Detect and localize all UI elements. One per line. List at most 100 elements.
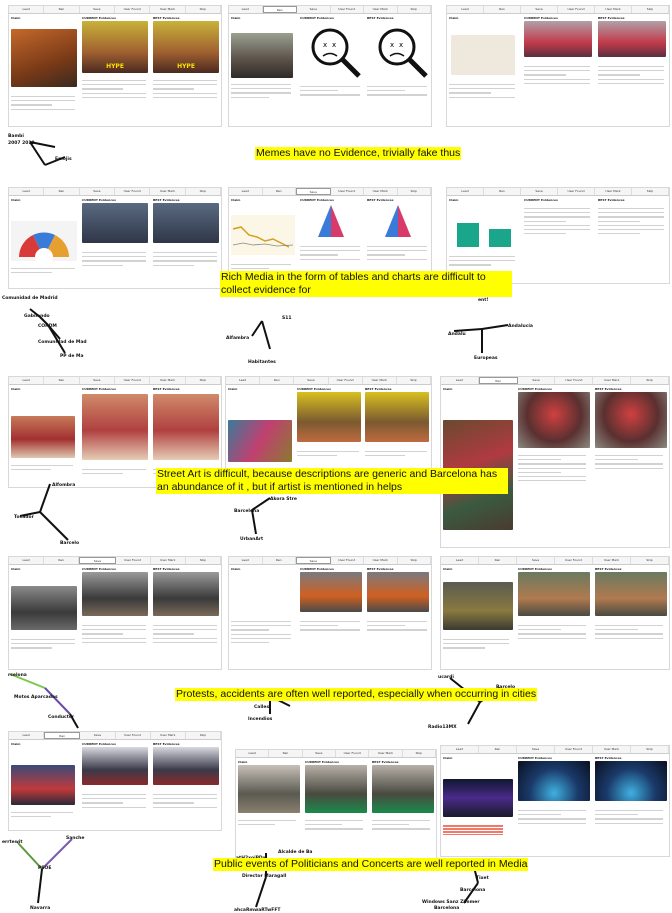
tab-ren[interactable]: Ren [260,377,295,384]
tab-save[interactable]: Save [521,188,558,195]
tab-skip[interactable]: Skip [397,377,431,384]
tab-user-mark[interactable]: User Mark [150,377,186,384]
tab-save[interactable]: Save [80,377,115,384]
tab-lead[interactable]: Lead [236,750,270,757]
tab-lead[interactable]: Lead [9,188,45,195]
tab-user-found[interactable]: User Found [115,377,151,384]
tab-user-mark[interactable]: User Mark [595,188,632,195]
tab-user-mark[interactable]: User Mark [369,750,403,757]
tab-lead[interactable]: Lead [229,188,263,195]
tab-ren[interactable]: Ren [262,6,297,13]
tab-save[interactable]: Save [80,732,116,739]
tab-skip[interactable]: Skip [631,746,669,753]
tab-user-found[interactable]: User Found [555,746,593,753]
tab-skip[interactable]: Skip [398,557,431,564]
tab-ren[interactable]: Ren [484,188,521,195]
tab-user-found[interactable]: User Found [331,188,364,195]
current-heading: CURRENT Evidences [300,16,334,20]
tab-user-found[interactable]: User Found [331,557,364,564]
tab-skip[interactable]: Skip [403,750,436,757]
tab-ren[interactable]: Ren [484,6,521,13]
tab-save[interactable]: Save [296,188,331,195]
tab-skip[interactable]: Skip [186,6,221,13]
tab-user-found[interactable]: User Found [555,557,593,564]
tab-user-found[interactable]: User Found [336,750,370,757]
tab-user-mark[interactable]: User Mark [151,732,186,739]
tab-save[interactable]: Save [521,6,558,13]
tab-skip[interactable]: Skip [398,188,431,195]
tab-ren[interactable]: Ren [263,557,296,564]
tab-skip[interactable]: Skip [632,6,669,13]
tab-user-found[interactable]: User Found [329,377,363,384]
tab-ren[interactable]: Ren [44,732,81,739]
entity-graph-2a: Comunidad de Madrid Gabilondo CORDM Comu… [2,295,87,359]
tab-user-mark[interactable]: User Mark [595,6,632,13]
tab-ren[interactable]: Ren [478,377,518,384]
tab-lead[interactable]: Lead [229,6,263,13]
tab-lead[interactable]: Lead [9,377,45,384]
tab-lead[interactable]: Lead [229,557,263,564]
tab-user-mark[interactable]: User Mark [151,557,186,564]
tab-ren[interactable]: Ren [44,377,80,384]
tab-skip[interactable]: Skip [398,6,431,13]
tab-user-found[interactable]: User Found [116,557,151,564]
graph-label: PP de Ma [60,353,84,359]
tab-lead[interactable]: Lead [441,557,479,564]
tab-save[interactable]: Save [518,377,556,384]
tab-skip[interactable]: Skip [186,188,221,195]
tab-save[interactable]: Save [80,188,115,195]
tab-user-found[interactable]: User Found [555,377,594,384]
tab-lead[interactable]: Lead [441,377,479,384]
tab-save[interactable]: Save [517,557,555,564]
tab-skip[interactable]: Skip [186,732,221,739]
tab-lead[interactable]: Lead [447,188,484,195]
tab-lead[interactable]: Lead [441,746,479,753]
tab-save[interactable]: Save [297,6,331,13]
tab-save[interactable]: Save [296,557,331,564]
tab-lead[interactable]: Lead [226,377,261,384]
tab-save[interactable]: Save [294,377,329,384]
tab-user-found[interactable]: User Found [115,188,151,195]
street-scene-photo [443,582,513,630]
tab-ren[interactable]: Ren [263,188,296,195]
tab-save[interactable]: Save [79,557,116,564]
fire-photo-current [300,572,362,612]
tab-ren[interactable]: Ren [269,750,303,757]
tab-user-mark[interactable]: User Mark [364,188,398,195]
tab-user-mark[interactable]: User Mark [364,557,398,564]
tab-ren[interactable]: Ren [44,188,80,195]
tab-user-mark[interactable]: User Mark [364,6,398,13]
tab-user-found[interactable]: User Found [331,6,364,13]
tab-skip[interactable]: Skip [186,557,221,564]
tab-user-mark[interactable]: User Mark [593,377,632,384]
best-text [151,249,219,269]
tab-save[interactable]: Save [517,746,555,753]
tab-lead[interactable]: Lead [9,732,45,739]
tab-ren[interactable]: Ren [479,557,517,564]
tab-user-mark[interactable]: User Mark [593,746,631,753]
tab-bar: Lead Ren Save User Found User Mark Skip [229,6,431,14]
tab-ren[interactable]: Ren [44,557,80,564]
tab-user-found[interactable]: User Found [558,6,595,13]
tab-lead[interactable]: Lead [9,6,45,13]
tab-user-mark[interactable]: User Mark [150,188,186,195]
tab-user-mark[interactable]: User Mark [593,557,631,564]
tab-user-mark[interactable]: User Mark [363,377,397,384]
tab-save[interactable]: Save [80,6,115,13]
tab-skip[interactable]: Skip [632,188,669,195]
tab-lead[interactable]: Lead [9,557,45,564]
tab-user-found[interactable]: User Found [115,6,151,13]
best-column: BEST Evidences x x [365,15,431,126]
tab-save[interactable]: Save [303,750,336,757]
tab-skip[interactable]: Skip [631,557,669,564]
tab-skip[interactable]: Skip [186,377,221,384]
tab-user-found[interactable]: User Found [558,188,595,195]
tab-ren[interactable]: Ren [479,746,517,753]
best-column: BEST Evidences HYPE [151,15,221,126]
graph-label: Tixet [476,875,490,881]
tab-lead[interactable]: Lead [447,6,484,13]
tab-user-mark[interactable]: User Mark [150,6,186,13]
tab-ren[interactable]: Ren [44,6,80,13]
tab-user-found[interactable]: User Found [116,732,151,739]
tab-skip[interactable]: Skip [631,377,669,384]
